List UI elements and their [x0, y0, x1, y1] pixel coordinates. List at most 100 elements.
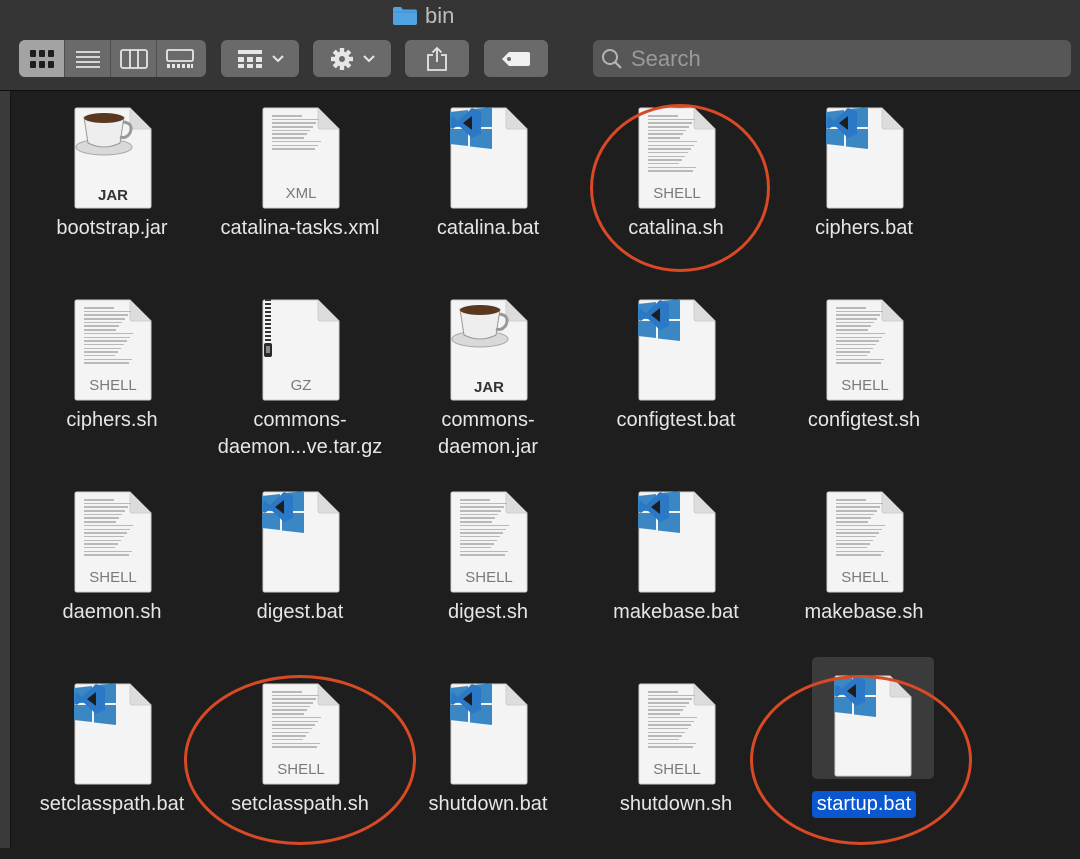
group-by-button[interactable] [221, 40, 299, 77]
file-item[interactable]: setclasspath.bat [18, 667, 206, 859]
file-type-label: SHELL [277, 761, 325, 778]
file-icon-area[interactable]: SHELL [820, 295, 910, 405]
file-type-label: SHELL [89, 377, 137, 394]
shell-file-icon: SHELL [74, 491, 152, 593]
file-icon-area[interactable]: SHELL [68, 487, 158, 597]
shell-file-icon: SHELL [826, 491, 904, 593]
file-type-label: JAR [97, 187, 128, 204]
gallery-view-button[interactable] [157, 40, 203, 77]
file-name[interactable]: commons-daemon...ve.tar.gz [202, 407, 398, 461]
file-icon-area[interactable]: SHELL [820, 487, 910, 597]
file-icon-area[interactable]: SHELL [632, 679, 722, 789]
file-name[interactable]: shutdown.bat [390, 791, 586, 818]
file-name[interactable]: digest.bat [202, 599, 398, 626]
java-cup-icon [451, 305, 509, 348]
file-type-label: SHELL [653, 761, 701, 778]
file-item[interactable]: JAR commons-daemon.jar [394, 283, 582, 475]
folder-icon [393, 7, 417, 25]
file-icon-area[interactable]: SHELL [256, 679, 346, 789]
bat-file-icon [262, 491, 340, 593]
gallery-view-icon [166, 48, 194, 68]
file-item[interactable]: XML catalina-tasks.xml [206, 91, 394, 283]
file-icon-area[interactable] [444, 679, 534, 789]
vscode-badge-icon [639, 300, 669, 330]
file-item[interactable]: GZ commons-daemon...ve.tar.gz [206, 283, 394, 475]
file-item[interactable]: catalina.bat [394, 91, 582, 283]
list-view-button[interactable] [65, 40, 111, 77]
list-view-icon [75, 50, 100, 68]
file-item[interactable]: makebase.bat [582, 475, 770, 667]
view-mode-segmented-control [19, 40, 206, 77]
file-item[interactable]: JAR bootstrap.jar [18, 91, 206, 283]
file-name[interactable]: configtest.sh [766, 407, 962, 434]
java-cup-icon [75, 113, 133, 156]
file-icon-area[interactable]: GZ [256, 295, 346, 405]
file-icon-area[interactable]: SHELL [632, 103, 722, 213]
file-item[interactable]: SHELL configtest.sh [770, 283, 958, 475]
file-grid: JAR bootstrap.jar XML catalina-tasks.xml cat… [18, 91, 1080, 848]
file-item[interactable]: SHELL setclasspath.sh [206, 667, 394, 859]
file-icon-area[interactable] [632, 295, 722, 405]
file-name-selected[interactable]: startup.bat [811, 791, 917, 818]
file-item[interactable]: SHELL makebase.sh [770, 475, 958, 667]
file-name[interactable]: ciphers.sh [14, 407, 210, 434]
icon-view-button[interactable] [19, 40, 65, 77]
file-icon-area[interactable] [820, 103, 910, 213]
file-item[interactable]: SHELL digest.sh [394, 475, 582, 667]
bat-file-icon [450, 107, 528, 209]
file-item[interactable]: SHELL daemon.sh [18, 475, 206, 667]
file-name[interactable]: ciphers.bat [766, 215, 962, 242]
file-icon-area[interactable]: SHELL [68, 295, 158, 405]
column-view-button[interactable] [111, 40, 157, 77]
file-icon-area[interactable]: XML [256, 103, 346, 213]
chevron-down-icon [362, 54, 375, 62]
search-field[interactable] [593, 40, 1071, 77]
file-item[interactable]: SHELL ciphers.sh [18, 283, 206, 475]
file-icon-area[interactable]: JAR [444, 295, 534, 405]
file-item[interactable]: ciphers.bat [770, 91, 958, 283]
file-item[interactable]: shutdown.bat [394, 667, 582, 859]
file-icon-area[interactable] [68, 679, 158, 789]
file-name[interactable]: setclasspath.sh [202, 791, 398, 818]
file-item[interactable]: startup.bat [770, 657, 958, 859]
action-button[interactable] [313, 40, 391, 77]
file-type-label: SHELL [841, 377, 889, 394]
search-input[interactable] [631, 40, 1051, 77]
file-name[interactable]: digest.sh [390, 599, 586, 626]
file-type-label: XML [285, 185, 317, 202]
file-icon-area[interactable]: JAR [68, 103, 158, 213]
tag-button[interactable] [484, 40, 548, 77]
file-name[interactable]: makebase.sh [766, 599, 962, 626]
file-icon-area[interactable] [632, 487, 722, 597]
file-name[interactable]: bootstrap.jar [14, 215, 210, 242]
file-name[interactable]: catalina.bat [390, 215, 586, 242]
text-preview [836, 499, 886, 558]
shell-file-icon: SHELL [638, 683, 716, 785]
share-button[interactable] [405, 40, 469, 77]
search-icon [602, 49, 622, 69]
shell-file-icon: SHELL [638, 107, 716, 209]
file-name[interactable]: catalina.sh [578, 215, 774, 242]
vscode-badge-icon [263, 492, 293, 522]
file-icon-area[interactable] [812, 657, 934, 779]
text-preview [648, 115, 698, 174]
file-icon-area[interactable] [444, 103, 534, 213]
file-item[interactable]: SHELL shutdown.sh [582, 667, 770, 859]
file-type-label: SHELL [653, 185, 701, 202]
file-icon-area[interactable] [256, 487, 346, 597]
file-name[interactable]: startup.bat [766, 791, 962, 818]
file-name[interactable]: catalina-tasks.xml [202, 215, 398, 242]
file-icon-area[interactable]: SHELL [444, 487, 534, 597]
file-name[interactable]: commons-daemon.jar [390, 407, 586, 461]
file-name[interactable]: shutdown.sh [578, 791, 774, 818]
file-name[interactable]: daemon.sh [14, 599, 210, 626]
file-name[interactable]: setclasspath.bat [14, 791, 210, 818]
file-name[interactable]: makebase.bat [578, 599, 774, 626]
file-type-label: SHELL [465, 569, 513, 586]
share-icon [427, 46, 447, 71]
file-item[interactable]: SHELL catalina.sh [582, 91, 770, 283]
column-view-icon [119, 48, 148, 69]
file-item[interactable]: configtest.bat [582, 283, 770, 475]
file-item[interactable]: digest.bat [206, 475, 394, 667]
file-name[interactable]: configtest.bat [578, 407, 774, 434]
